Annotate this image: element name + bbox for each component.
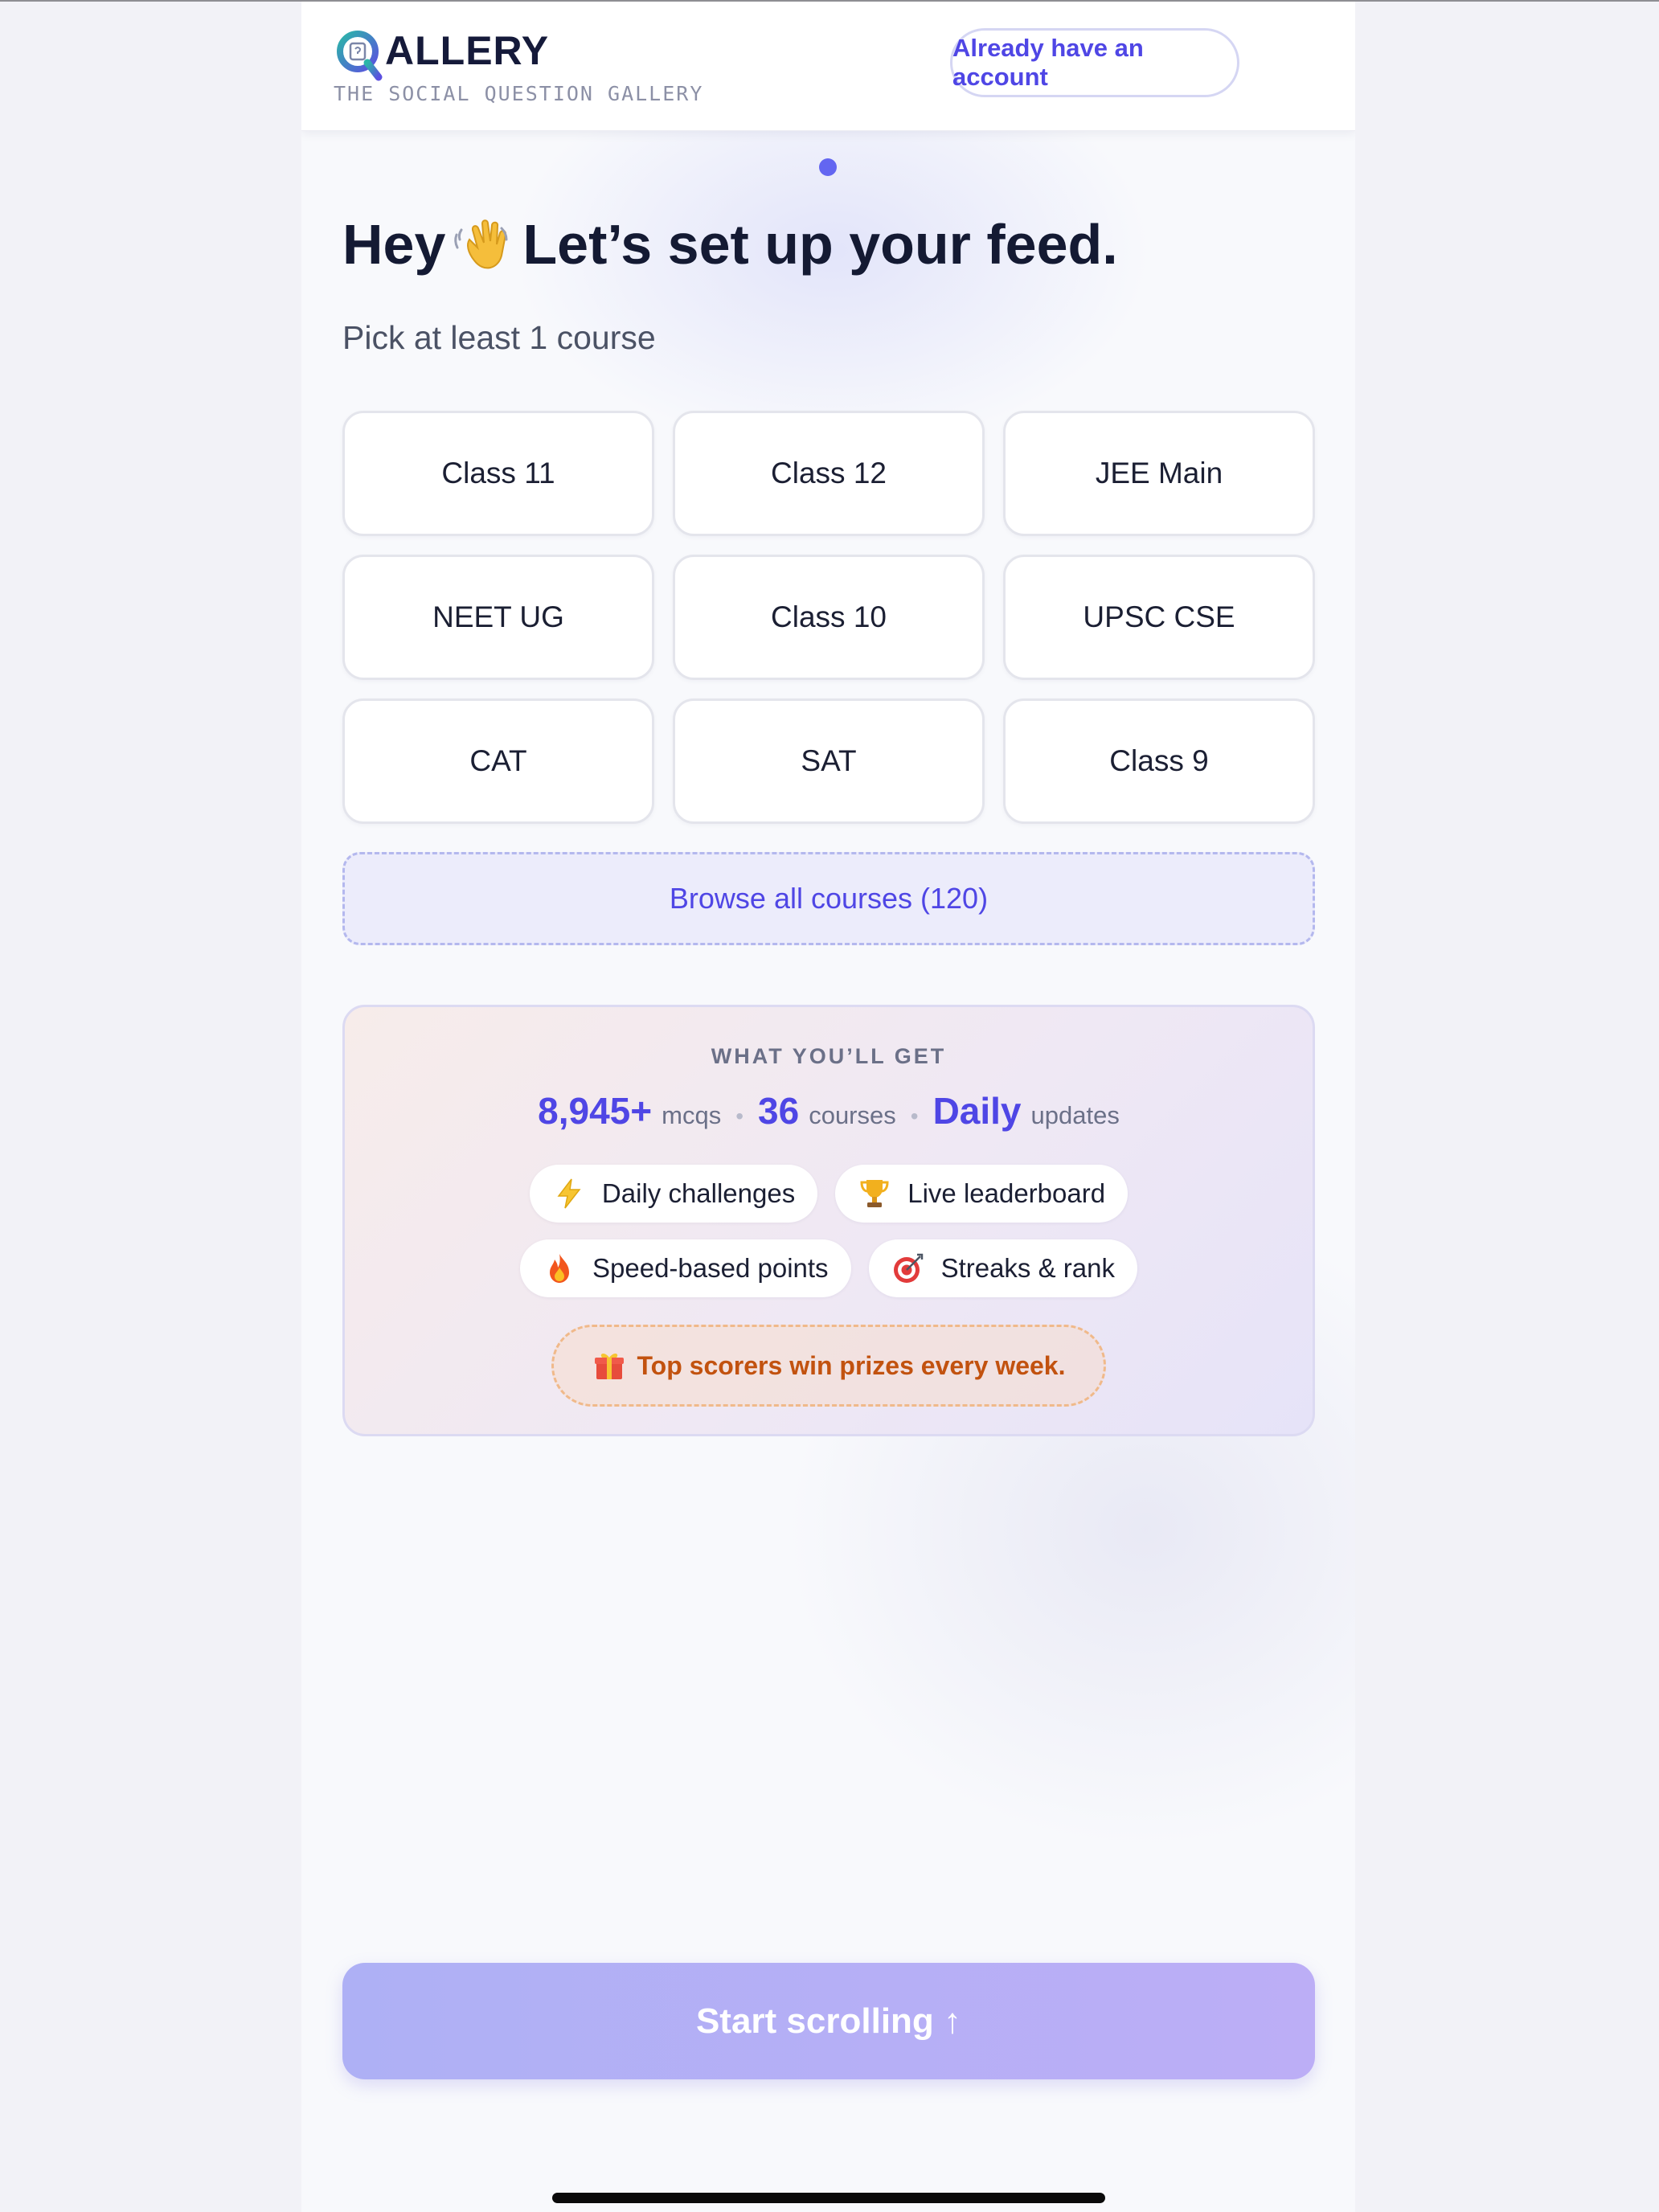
logo-tagline: THE SOCIAL QUESTION GALLERY [334, 82, 704, 105]
perk-chip-label: Streaks & rank [940, 1253, 1115, 1283]
step-indicator-dot [819, 158, 837, 176]
gift-icon [594, 1354, 624, 1379]
perk-chip-row: Speed-based points Streaks & rank [345, 1239, 1313, 1297]
stat-courses-value: 36 [758, 1090, 800, 1132]
course-option-jee-main[interactable]: JEE Main [1003, 411, 1315, 536]
stat-mcqs-label: mcqs [662, 1101, 722, 1129]
perk-chip-label: Daily challenges [601, 1178, 796, 1208]
stat-separator: • [735, 1104, 744, 1129]
start-scrolling-button[interactable]: Start scrolling ↑ [342, 1963, 1315, 2079]
already-have-account-button[interactable]: Already have an account [950, 28, 1239, 97]
fire-icon [550, 1254, 569, 1283]
lightning-icon [557, 1178, 581, 1209]
course-option-class-12[interactable]: Class 12 [673, 411, 985, 536]
logo-wordmark: ALLERY [385, 28, 550, 73]
perk-chip-speed-based-points: Speed-based points [520, 1239, 851, 1297]
course-option-sat[interactable]: SAT [673, 698, 985, 824]
stats-row: 8,945+ mcqs • 36 courses • Daily updates [345, 1089, 1313, 1133]
target-icon [893, 1253, 923, 1283]
stat-updates-value: Daily [932, 1090, 1022, 1132]
perk-chip-row: Daily challenges Live leaderboard [345, 1165, 1313, 1223]
course-option-upsc-cse[interactable]: UPSC CSE [1003, 555, 1315, 680]
trophy-icon [860, 1180, 889, 1207]
course-option-class-9[interactable]: Class 9 [1003, 698, 1315, 824]
perk-chip-label: Live leaderboard [907, 1178, 1106, 1208]
course-option-cat[interactable]: CAT [342, 698, 654, 824]
stat-courses-label: courses [809, 1101, 896, 1129]
qallery-logo-icon [337, 31, 383, 81]
prize-banner: Top scorers win prizes every week. [551, 1325, 1106, 1407]
stat-mcqs-value: 8,945+ [538, 1090, 653, 1132]
perk-chip-live-leaderboard: Live leaderboard [835, 1165, 1129, 1223]
perk-chip-label: Speed-based points [592, 1253, 829, 1283]
page-subtitle: Pick at least 1 course [342, 319, 656, 356]
page-title: Hey Let’s set up your feed. [342, 212, 1118, 276]
waving-hand-icon [454, 219, 508, 269]
course-option-class-11[interactable]: Class 11 [342, 411, 654, 536]
stat-updates-label: updates [1030, 1101, 1120, 1129]
course-option-class-10[interactable]: Class 10 [673, 555, 985, 680]
perk-chip-streaks-rank: Streaks & rank [868, 1239, 1137, 1297]
course-grid: Class 11 Class 12 JEE Main NEET UG Class… [342, 411, 1315, 824]
perks-title: WHAT YOU’LL GET [711, 1044, 947, 1068]
course-option-neet-ug[interactable]: NEET UG [342, 555, 654, 680]
prize-text: Top scorers win prizes every week. [637, 1350, 1066, 1380]
stat-separator: • [910, 1104, 919, 1129]
perk-chip-daily-challenges: Daily challenges [529, 1165, 818, 1223]
headline-main: Let’s set up your feed. [522, 213, 1118, 276]
headline-greeting: Hey [342, 213, 446, 276]
app-screen: ALLERY THE SOCIAL QUESTION GALLERY Alrea… [301, 2, 1355, 2212]
home-indicator [552, 2193, 1105, 2203]
browse-all-courses-button[interactable]: Browse all courses (120) [342, 852, 1315, 945]
perks-card: WHAT YOU’LL GET 8,945+ mcqs • 36 courses… [342, 1005, 1315, 1436]
app-header: ALLERY THE SOCIAL QUESTION GALLERY Alrea… [301, 2, 1355, 131]
